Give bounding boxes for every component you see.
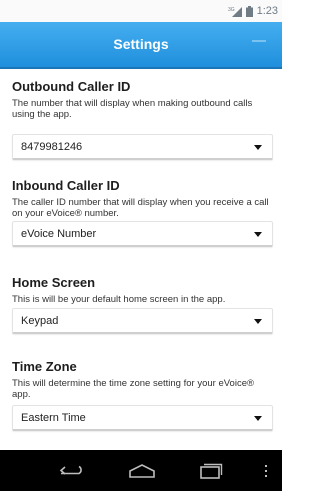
status-bar: 3G 1:23: [0, 0, 282, 22]
dropdown-value: 8479981246: [21, 141, 83, 153]
signal-icon: 3G: [228, 6, 242, 17]
setting-title: Time Zone: [12, 359, 77, 374]
recent-apps-button[interactable]: [196, 460, 226, 482]
setting-description: The caller ID number that will display w…: [12, 197, 269, 219]
back-button[interactable]: [56, 460, 90, 482]
chevron-down-icon: [254, 232, 262, 237]
inbound-caller-id-dropdown[interactable]: eVoice Number: [12, 221, 273, 247]
back-icon: [59, 465, 82, 475]
overflow-menu-button[interactable]: [260, 460, 272, 482]
home-screen-dropdown[interactable]: Keypad: [12, 308, 273, 334]
chevron-down-icon: [254, 319, 262, 324]
dropdown-value: Eastern Time: [21, 412, 86, 424]
setting-description: This is will be your default home screen…: [12, 294, 226, 305]
dropdown-value: Keypad: [21, 315, 59, 327]
chevron-down-icon: [254, 145, 262, 150]
network-label: 3G: [228, 7, 235, 13]
app-bar: Settings: [0, 22, 282, 69]
recent-apps-icon: [200, 463, 223, 479]
setting-home-screen: Home Screen This is will be your default…: [12, 275, 273, 334]
settings-list: Outbound Caller ID The number that will …: [0, 69, 282, 450]
chevron-down-icon: [254, 416, 262, 421]
time-zone-dropdown[interactable]: Eastern Time: [12, 405, 273, 431]
battery-icon: [245, 5, 253, 17]
setting-description: The number that will display when making…: [12, 98, 253, 120]
home-icon: [129, 464, 155, 478]
navigation-bar: [0, 450, 282, 491]
page-title: Settings: [113, 36, 169, 52]
dropdown-value: eVoice Number: [21, 228, 97, 240]
status-icons: 3G 1:23: [228, 3, 278, 19]
menu-hint: [252, 40, 266, 42]
outbound-caller-id-dropdown[interactable]: 8479981246: [12, 134, 273, 160]
setting-description: This will determine the time zone settin…: [12, 378, 254, 400]
setting-inbound-caller-id: Inbound Caller ID The caller ID number t…: [12, 178, 273, 247]
home-button[interactable]: [127, 460, 157, 482]
setting-title: Home Screen: [12, 275, 96, 290]
setting-title: Outbound Caller ID: [12, 79, 131, 94]
overflow-menu-icon: [265, 465, 267, 477]
setting-title: Inbound Caller ID: [12, 178, 120, 193]
setting-outbound-caller-id: Outbound Caller ID The number that will …: [12, 79, 273, 160]
status-time: 1:23: [256, 5, 278, 17]
setting-time-zone: Time Zone This will determine the time z…: [12, 359, 273, 431]
